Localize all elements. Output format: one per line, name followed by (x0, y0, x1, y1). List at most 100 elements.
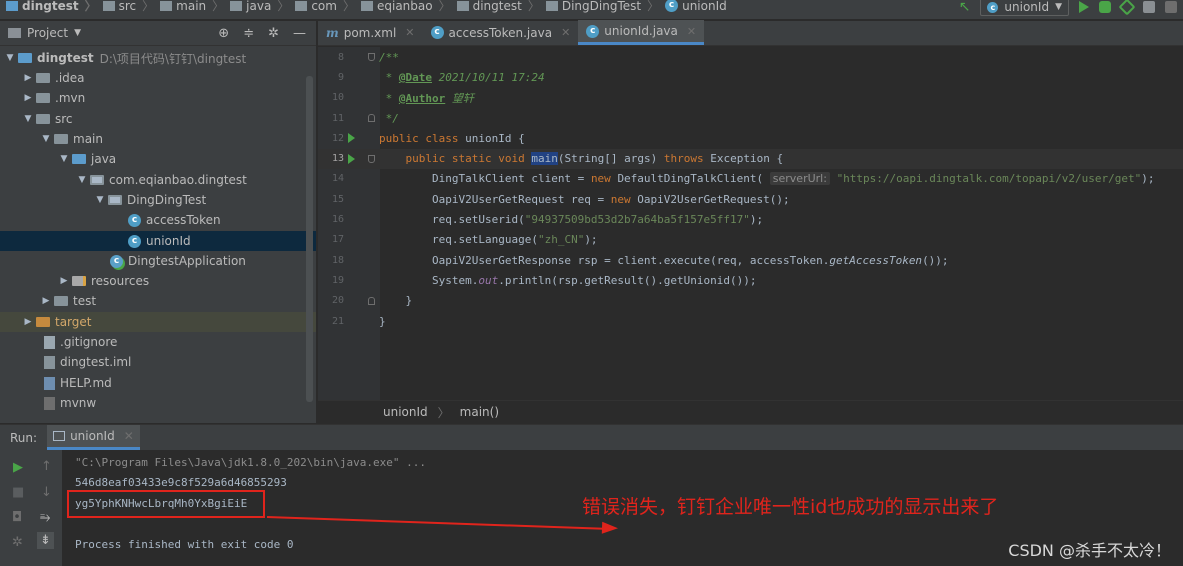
profiler-icon[interactable] (1143, 1, 1155, 13)
debug-icon[interactable] (1099, 1, 1111, 13)
parameter-hint: serverUrl: (769, 172, 830, 186)
scroll-up-icon[interactable]: ↑ (41, 459, 52, 474)
camera-icon[interactable]: ◘ (12, 510, 22, 525)
breadcrumb-item[interactable]: main 〉 (154, 0, 224, 14)
play-icon[interactable] (1079, 1, 1089, 13)
fold-icon[interactable] (368, 114, 375, 123)
project-icon (8, 28, 21, 38)
package-icon (545, 0, 558, 11)
project-view-selector[interactable]: Project (27, 26, 68, 40)
project-scrollbar[interactable] (306, 76, 313, 402)
project-panel-header: Project ▼ ⊕ ≑ ✲ — (0, 21, 316, 46)
fold-icon[interactable] (368, 53, 375, 62)
tree-item-accesstoken[interactable]: c accessToken (0, 210, 316, 230)
fold-icon[interactable] (368, 296, 375, 305)
package-icon (90, 175, 104, 185)
gitignore-file-icon (44, 335, 55, 349)
locate-icon[interactable]: ⊕ (218, 26, 229, 41)
breadcrumb-item[interactable]: eqianbao 〉 (355, 0, 451, 14)
chevron-down-icon: ▼ (1055, 2, 1062, 12)
fold-icon[interactable] (368, 154, 375, 163)
run-gutter-icon[interactable] (348, 153, 355, 164)
stop-icon[interactable] (1165, 1, 1177, 13)
gear-icon[interactable]: ✲ (268, 26, 279, 41)
tree-item-idea[interactable]: ▶ .idea (0, 68, 316, 88)
build-arrow-icon[interactable]: ↖ (959, 0, 971, 15)
breadcrumb-item[interactable]: java 〉 (224, 0, 289, 14)
folder-icon (36, 73, 50, 83)
package-icon (456, 0, 469, 11)
run-gutter-icon[interactable] (348, 133, 355, 144)
tree-item-mvnw[interactable]: mvnw (0, 393, 316, 413)
scroll-to-end-icon[interactable]: ⇟ (37, 532, 54, 549)
rerun-icon[interactable]: ▶ (13, 460, 23, 475)
code-area[interactable]: 8/** 9 * @Date 2021/10/11 17:24 10 * @Au… (318, 47, 1183, 400)
tree-item-unionid[interactable]: c unionId (0, 231, 316, 251)
hide-icon[interactable]: — (293, 26, 306, 41)
tree-item-main[interactable]: ▼ main (0, 129, 316, 149)
soft-wrap-icon[interactable]: ⥱ (40, 510, 50, 525)
tree-item-gitignore[interactable]: .gitignore (0, 332, 316, 352)
editor-panel: m pom.xml ✕ c accessToken.java ✕ c unionId.ja… (318, 20, 1183, 423)
coverage-icon[interactable] (1118, 0, 1136, 16)
project-panel: Project ▼ ⊕ ≑ ✲ — ▼ dingtest D:\项目代码\钉钉\di… (0, 21, 317, 423)
tree-item-target[interactable]: ▶ target (0, 312, 316, 332)
breadcrumb-item[interactable]: dingtest 〉 (0, 0, 97, 14)
code-line: 19 System.out.println(rsp.getResult().ge… (331, 273, 757, 287)
tree-item-iml[interactable]: dingtest.iml (0, 352, 316, 372)
tree-item-help[interactable]: HELP.md (0, 373, 316, 393)
tree-item-test[interactable]: ▶ test (0, 291, 316, 311)
settings-icon[interactable]: ✲ (12, 535, 23, 550)
run-configuration-dropdown[interactable]: c unionId ▼ (980, 0, 1069, 16)
breadcrumb-item[interactable]: dingtest 〉 (451, 0, 540, 14)
scroll-down-icon[interactable]: ↓ (41, 485, 52, 500)
code-line: 21} (331, 314, 386, 328)
breadcrumb-class[interactable]: unionId (383, 405, 428, 419)
tree-item-mvn[interactable]: ▶ .mvn (0, 88, 316, 108)
editor-breadcrumb: unionId 〉 main() (318, 400, 1183, 423)
code-line: 14 DingTalkClient client = new DefaultDi… (331, 172, 1155, 186)
close-icon[interactable]: ✕ (561, 26, 570, 39)
tree-item-dingtestapplication[interactable]: c DingtestApplication (0, 251, 316, 271)
collapse-all-icon[interactable]: ≑ (243, 26, 254, 41)
tree-item-dingtest[interactable]: ▼ dingtest D:\项目代码\钉钉\dingtest (0, 48, 316, 68)
module-folder-icon (6, 0, 18, 11)
console-output[interactable]: "C:\Program Files\Java\jdk1.8.0_202\bin\… (62, 450, 1183, 566)
tree-item-package[interactable]: ▼ com.eqianbao.dingtest (0, 170, 316, 190)
run-panel-header: Run: unionId ✕ (0, 425, 1183, 450)
tab-accesstoken[interactable]: c accessToken.java ✕ (423, 20, 579, 45)
tree-item-src[interactable]: ▼ src (0, 109, 316, 129)
tab-pom-xml[interactable]: m pom.xml ✕ (318, 20, 423, 45)
breadcrumb-item[interactable]: DingDingTest 〉 (540, 0, 659, 14)
class-icon: c (128, 213, 141, 227)
tab-unionid[interactable]: c unionId.java ✕ (578, 20, 705, 45)
excluded-folder-icon (36, 317, 50, 327)
tree-item-java[interactable]: ▼ java (0, 149, 316, 169)
code-line: 15 OapiV2UserGetRequest req = new OapiV2… (331, 192, 790, 206)
breadcrumb-item[interactable]: c unionId (659, 0, 727, 13)
run-tab-unionid[interactable]: unionId ✕ (47, 425, 140, 450)
code-line: 9 * @Date 2021/10/11 17:24 (337, 70, 545, 84)
code-line: 10 * @Author 望轩 (331, 91, 474, 105)
breadcrumb-item[interactable]: com 〉 (289, 0, 355, 14)
chevron-down-icon[interactable]: ▼ (74, 28, 81, 38)
tree-item-dingdingtest[interactable]: ▼ DingDingTest (0, 190, 316, 210)
stop-icon[interactable]: ■ (12, 485, 24, 500)
close-icon[interactable]: ✕ (405, 26, 414, 39)
folder-icon (36, 114, 50, 124)
breadcrumb-method[interactable]: main() (460, 405, 499, 419)
iml-file-icon (44, 355, 55, 369)
resources-folder-icon (72, 276, 86, 286)
package-icon (360, 0, 373, 11)
class-icon: c (430, 26, 444, 39)
close-icon[interactable]: ✕ (124, 429, 134, 443)
breadcrumb: dingtest 〉 src 〉 main 〉 java 〉 com 〉 eqianbao… (0, 0, 727, 16)
console-icon (53, 431, 66, 441)
source-folder-icon (72, 154, 86, 164)
breadcrumb-item[interactable]: src 〉 (97, 0, 154, 14)
close-icon[interactable]: ✕ (687, 25, 696, 38)
folder-icon (54, 296, 68, 306)
tree-item-resources[interactable]: ▶ resources (0, 271, 316, 291)
console-output-line: 546d8eaf03433e9c8f529a6d46855293 (75, 476, 287, 489)
run-label: Run: (10, 430, 38, 445)
